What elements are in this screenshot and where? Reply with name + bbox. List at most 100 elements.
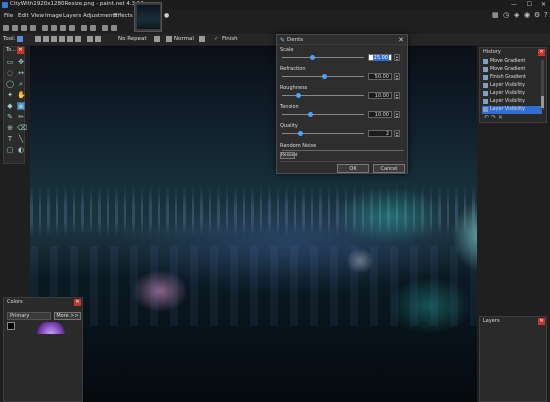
colors-icon[interactable]: ◉ bbox=[524, 11, 530, 19]
save-icon[interactable] bbox=[21, 25, 27, 31]
ellipse-select-icon[interactable]: ◯ bbox=[6, 80, 14, 88]
menu-adjustments[interactable]: Adjustments bbox=[83, 13, 117, 19]
param-value-input[interactable]: 50.00 bbox=[368, 73, 392, 80]
zoom-icon[interactable]: ⌕ bbox=[17, 80, 25, 88]
tab-close-icon[interactable]: ● bbox=[164, 12, 169, 19]
param-slider-track[interactable] bbox=[282, 114, 364, 115]
open-icon[interactable] bbox=[12, 25, 18, 31]
magic-wand-icon[interactable]: ✦ bbox=[6, 91, 14, 99]
menu-effects[interactable]: Effects bbox=[114, 13, 133, 19]
param-spinner[interactable]: ▴ ▾ bbox=[394, 130, 400, 138]
help-icon[interactable]: ? bbox=[544, 11, 548, 19]
blend-mode-select[interactable]: Normal bbox=[174, 36, 194, 42]
menu-file[interactable]: File bbox=[4, 13, 13, 19]
maximize-icon[interactable]: ☐ bbox=[527, 1, 532, 8]
linear-gradient-icon[interactable] bbox=[35, 36, 41, 42]
color-wheel[interactable] bbox=[34, 322, 68, 334]
clone-stamp-icon[interactable]: ⊕ bbox=[6, 124, 14, 132]
cut-icon[interactable] bbox=[42, 25, 48, 31]
history-scrollbar[interactable] bbox=[541, 60, 544, 110]
brush-icon[interactable]: ✎ bbox=[6, 113, 14, 121]
pan-icon[interactable]: ✋ bbox=[17, 91, 26, 99]
colors-close-icon[interactable]: ✕ bbox=[74, 299, 81, 306]
param-spinner[interactable]: ▴ ▾ bbox=[394, 92, 400, 100]
param-slider-knob[interactable] bbox=[322, 74, 327, 79]
history-icon[interactable]: ◷ bbox=[503, 11, 509, 19]
bucket-icon[interactable]: ◆ bbox=[6, 102, 14, 110]
layers-close-icon[interactable]: ✕ bbox=[538, 318, 545, 325]
conical-gradient-icon[interactable] bbox=[67, 36, 73, 42]
blend-mode-icon[interactable] bbox=[166, 36, 172, 42]
menu-edit[interactable]: Edit bbox=[18, 13, 29, 19]
undo-history-icon[interactable]: ↶ bbox=[484, 114, 489, 121]
radial-gradient-icon[interactable] bbox=[59, 36, 65, 42]
param-spinner[interactable]: ▴ ▾ bbox=[394, 111, 400, 119]
tools-close-icon[interactable]: ✕ bbox=[17, 47, 24, 54]
param-value-input[interactable]: 10.00 bbox=[368, 111, 392, 118]
param-slider-knob[interactable] bbox=[296, 93, 302, 98]
param-slider-track[interactable] bbox=[282, 57, 364, 58]
recolor-icon[interactable]: ◐ bbox=[17, 146, 25, 154]
paste-icon[interactable] bbox=[60, 25, 66, 31]
shapes-icon[interactable]: ▢ bbox=[6, 146, 14, 154]
param-slider-track[interactable] bbox=[282, 133, 364, 134]
gradient-icon[interactable]: ▣ bbox=[17, 102, 25, 110]
rect-select-icon[interactable]: ▭ bbox=[6, 58, 14, 66]
grid-icon[interactable] bbox=[102, 25, 108, 31]
history-close-icon[interactable]: ✕ bbox=[538, 49, 545, 56]
undo-icon[interactable] bbox=[81, 25, 87, 31]
color-mode-icon[interactable] bbox=[87, 36, 93, 42]
history-scroll-thumb[interactable] bbox=[541, 96, 544, 108]
repeat-select[interactable]: No Repeat bbox=[118, 36, 147, 42]
close-icon[interactable]: ✕ bbox=[541, 1, 546, 8]
param-slider-knob[interactable] bbox=[298, 131, 303, 136]
linear-reflected-icon[interactable] bbox=[43, 36, 49, 42]
history-item[interactable]: Layer Visibility bbox=[482, 90, 542, 98]
menu-view[interactable]: View bbox=[31, 13, 44, 19]
antialias-icon[interactable] bbox=[154, 36, 160, 42]
param-value-input[interactable]: 10.00 bbox=[368, 92, 392, 99]
diamond-gradient-icon[interactable] bbox=[51, 36, 57, 42]
reseed-button[interactable]: Reseed bbox=[280, 152, 297, 159]
pencil-icon[interactable]: ✏ bbox=[17, 113, 25, 121]
param-value-input[interactable]: 2 bbox=[368, 130, 392, 137]
layers-icon[interactable]: ◈ bbox=[514, 11, 519, 19]
param-slider-track[interactable] bbox=[282, 95, 364, 96]
transparency-mode-icon[interactable] bbox=[95, 36, 101, 42]
move-icon[interactable]: ✥ bbox=[17, 58, 25, 66]
primary-color-swatch[interactable] bbox=[7, 322, 15, 330]
minimize-icon[interactable]: — bbox=[511, 1, 517, 8]
lasso-icon[interactable]: ◌ bbox=[6, 69, 14, 77]
image-canvas[interactable] bbox=[30, 46, 477, 402]
history-item[interactable]: Finish Gradient bbox=[482, 74, 542, 82]
tools-icon[interactable]: ▦ bbox=[492, 11, 499, 19]
spiral-gradient-icon[interactable] bbox=[75, 36, 81, 42]
history-item[interactable]: Layer Visibility bbox=[482, 82, 542, 90]
history-item[interactable]: Layer Visibility bbox=[482, 106, 542, 114]
finish-button[interactable]: Finish bbox=[222, 36, 238, 42]
history-item[interactable]: Move Gradient bbox=[482, 66, 542, 74]
copy-icon[interactable] bbox=[51, 25, 57, 31]
primary-select[interactable]: Primary bbox=[7, 312, 51, 320]
text-icon[interactable]: T bbox=[6, 135, 14, 143]
settings-icon[interactable]: ⚙ bbox=[534, 11, 540, 19]
move-selection-icon[interactable]: ↔ bbox=[17, 69, 25, 77]
crop-icon[interactable] bbox=[69, 25, 75, 31]
more-button[interactable]: More >> bbox=[54, 312, 81, 320]
dialog-close-icon[interactable]: ✕ bbox=[398, 36, 404, 44]
new-icon[interactable] bbox=[3, 25, 9, 31]
redo-icon[interactable] bbox=[90, 25, 96, 31]
history-item[interactable]: Move Gradient bbox=[482, 58, 542, 66]
image-tab[interactable] bbox=[134, 2, 162, 32]
param-spinner[interactable]: ▴ ▾ bbox=[394, 54, 400, 62]
param-value-input[interactable]: 25.00 bbox=[368, 54, 392, 61]
menu-layers[interactable]: Layers bbox=[63, 13, 81, 19]
delete-history-icon[interactable]: ✕ bbox=[498, 114, 503, 121]
redo-history-icon[interactable]: ↷ bbox=[491, 114, 496, 121]
param-slider-knob[interactable] bbox=[310, 55, 315, 60]
cancel-button[interactable]: Cancel bbox=[373, 164, 405, 173]
menu-image[interactable]: Image bbox=[45, 13, 62, 19]
ok-button[interactable]: OK bbox=[337, 164, 369, 173]
ruler-icon[interactable] bbox=[111, 25, 117, 31]
history-item[interactable]: Layer Visibility bbox=[482, 98, 542, 106]
